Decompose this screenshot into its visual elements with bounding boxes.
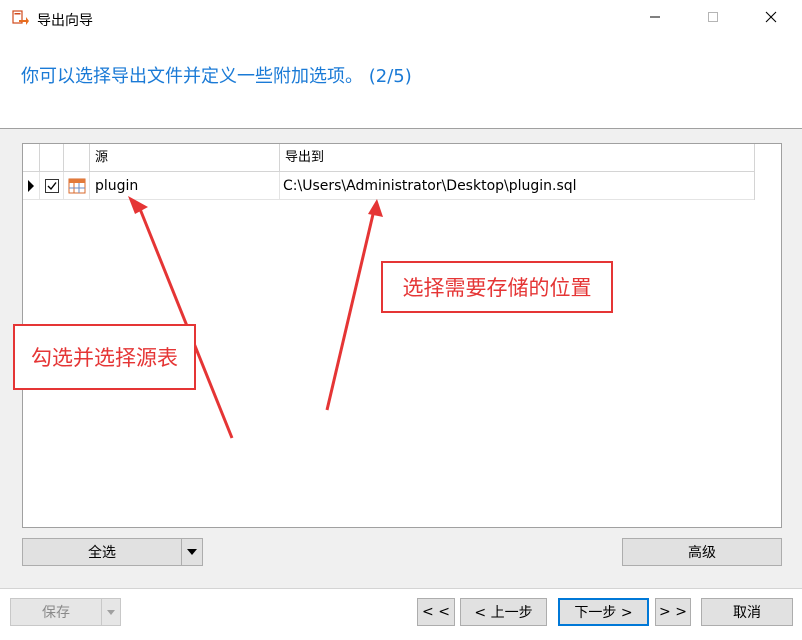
row-type-icon-cell	[64, 172, 90, 200]
header-export-to[interactable]: 导出到	[280, 144, 755, 172]
close-button[interactable]	[748, 0, 794, 38]
previous-button[interactable]: < 上一步	[460, 598, 547, 626]
cancel-button[interactable]: 取消	[701, 598, 793, 626]
select-all-dropdown-button[interactable]	[181, 538, 203, 566]
grid-header: 源 导出到	[23, 144, 755, 172]
title-bar: 导出向导	[0, 0, 802, 38]
current-row-arrow-icon	[23, 180, 40, 204]
header-icon-column	[64, 144, 90, 172]
first-step-button[interactable]: < <	[417, 598, 455, 626]
header-indicator-column	[23, 144, 40, 172]
export-path-cell[interactable]: C:\Users\Administrator\Desktop\plugin.sq…	[280, 172, 755, 200]
destination-callout: 选择需要存储的位置	[381, 261, 613, 313]
last-step-button[interactable]: > >	[655, 598, 691, 626]
close-icon	[765, 11, 777, 27]
minimize-button[interactable]	[632, 0, 678, 38]
wizard-step-subtitle: 你可以选择导出文件并定义一些附加选项。 (2/5)	[21, 66, 412, 87]
table-icon	[68, 178, 85, 194]
footer-divider	[0, 588, 802, 589]
save-dropdown-button[interactable]	[101, 598, 121, 626]
advanced-button[interactable]: 高级	[622, 538, 782, 566]
next-button[interactable]: 下一步 >	[558, 598, 649, 626]
header-check-column	[40, 144, 64, 172]
maximize-icon	[707, 11, 719, 27]
table-row[interactable]: plugin C:\Users\Administrator\Desktop\pl…	[23, 172, 755, 200]
export-wizard-app-icon	[12, 10, 30, 28]
header-source[interactable]: 源	[90, 144, 280, 172]
minimize-icon	[649, 11, 661, 27]
save-button[interactable]: 保存	[10, 598, 102, 626]
row-indicator	[23, 172, 40, 200]
checkbox-checked-icon	[44, 179, 59, 193]
source-callout: 勾选并选择源表	[13, 324, 196, 390]
window-title: 导出向导	[37, 13, 93, 29]
source-table-cell[interactable]: plugin	[90, 172, 280, 200]
maximize-button[interactable]	[690, 0, 736, 38]
select-all-button[interactable]: 全选	[22, 538, 182, 566]
row-checkbox[interactable]	[40, 172, 64, 200]
dropdown-arrow-icon	[106, 604, 116, 620]
dropdown-arrow-icon	[186, 544, 198, 560]
